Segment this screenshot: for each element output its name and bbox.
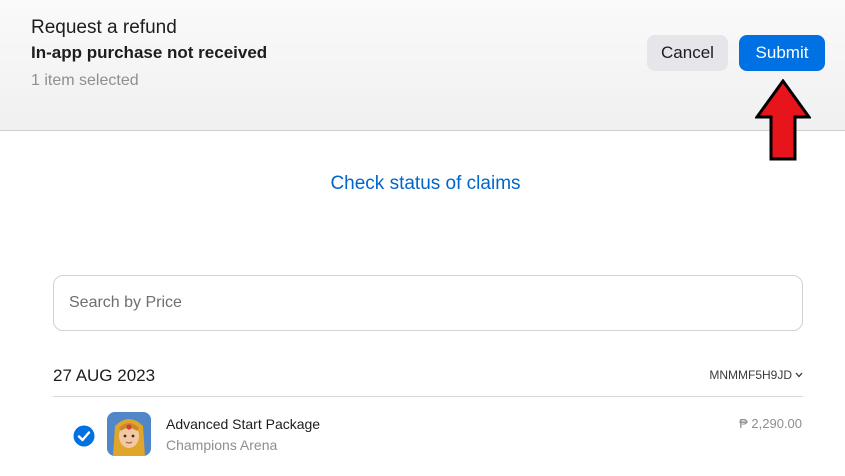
purchase-date: 27 AUG 2023	[53, 366, 156, 385]
order-id-label: MNMMF5H9JD	[709, 368, 792, 382]
refund-reason: In-app purchase not received	[31, 43, 268, 62]
red-arrow-annotation-icon	[755, 79, 811, 161]
item-price: ₱ 2,290.00	[739, 416, 802, 431]
page-title: Request a refund	[31, 17, 177, 38]
checkmark-selected-icon[interactable]	[73, 425, 95, 447]
check-status-link[interactable]: Check status of claims	[0, 173, 845, 195]
item-name: Advanced Start Package	[166, 416, 321, 432]
chevron-down-icon	[795, 372, 803, 378]
order-id-dropdown[interactable]: MNMMF5H9JD	[709, 368, 803, 382]
submit-button[interactable]: Submit	[739, 35, 825, 71]
item-app-name: Champions Arena	[166, 437, 278, 453]
cancel-button[interactable]: Cancel	[647, 35, 728, 71]
search-input[interactable]	[54, 276, 802, 330]
app-icon	[107, 412, 151, 456]
search-field[interactable]	[53, 275, 803, 331]
selected-count: 1 item selected	[31, 72, 139, 89]
refund-header: Request a refund In-app purchase not rec…	[0, 0, 845, 131]
divider	[53, 396, 803, 397]
